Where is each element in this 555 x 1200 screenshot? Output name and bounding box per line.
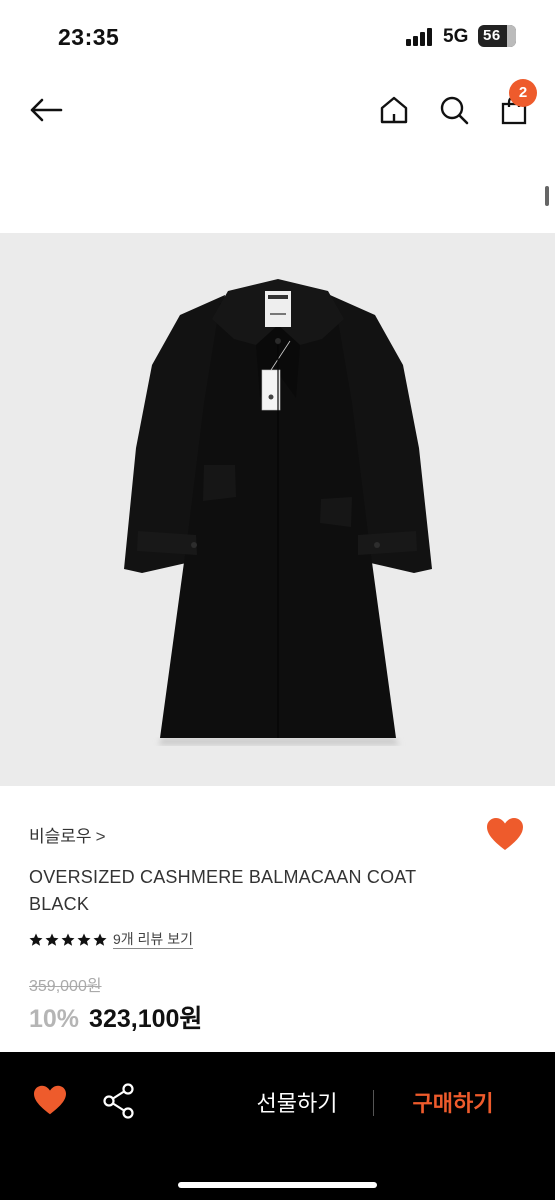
product-info: 비슬로우 > OVERSIZED CASHMERE BALMACAAN COAT … [0,786,555,1052]
price-row: 10% 323,100원 [29,999,202,1035]
search-icon [440,96,469,125]
sale-price: 323,100원 [89,1005,203,1033]
bottom-wishlist-button[interactable] [32,1084,72,1120]
signal-icon [406,28,436,46]
gift-button[interactable]: 선물하기 [234,1086,360,1118]
scroll-indicator [545,186,549,206]
chevron-right-icon: > [95,827,106,846]
cart-count-badge: 2 [509,79,537,107]
top-nav [0,80,555,140]
star-rating [29,933,107,947]
home-indicator [178,1182,377,1188]
review-link[interactable]: 9개 리뷰 보기 [113,931,193,949]
search-button[interactable] [432,88,476,132]
coat-illustration [124,279,432,745]
star-icon [61,933,75,946]
star-icon [29,933,43,946]
product-image [0,233,555,786]
status-time: 23:35 [58,24,120,50]
buy-button[interactable]: 구매하기 [390,1086,516,1118]
battery-level: 56 [483,27,501,44]
wishlist-button[interactable] [485,816,529,856]
original-price: 359,000원 [29,978,102,995]
brand-link[interactable]: 비슬로우 > [29,822,106,847]
battery-icon: 56 [478,25,516,47]
share-button[interactable] [102,1082,138,1122]
product-name: OVERSIZED CASHMERE BALMACAAN COAT BLACK [29,867,417,914]
heart-icon [34,1085,66,1115]
star-icon [45,933,59,946]
star-icon [77,933,91,946]
home-button[interactable] [372,88,416,132]
divider [373,1090,374,1116]
brand-name: 비슬로우 [29,827,92,846]
share-icon [103,1083,134,1119]
rating-row: 9개 리뷰 보기 [29,931,193,949]
back-button[interactable] [24,88,68,132]
status-bar: 23:35 5G 56 [0,0,555,70]
arrow-left-icon [30,98,63,122]
heart-icon [487,818,523,850]
bottom-action-bar: 선물하기 구매하기 [0,1052,555,1200]
network-label: 5G [443,26,469,47]
home-icon [380,96,408,124]
star-icon [93,933,107,946]
discount-rate: 10% [29,1005,80,1033]
